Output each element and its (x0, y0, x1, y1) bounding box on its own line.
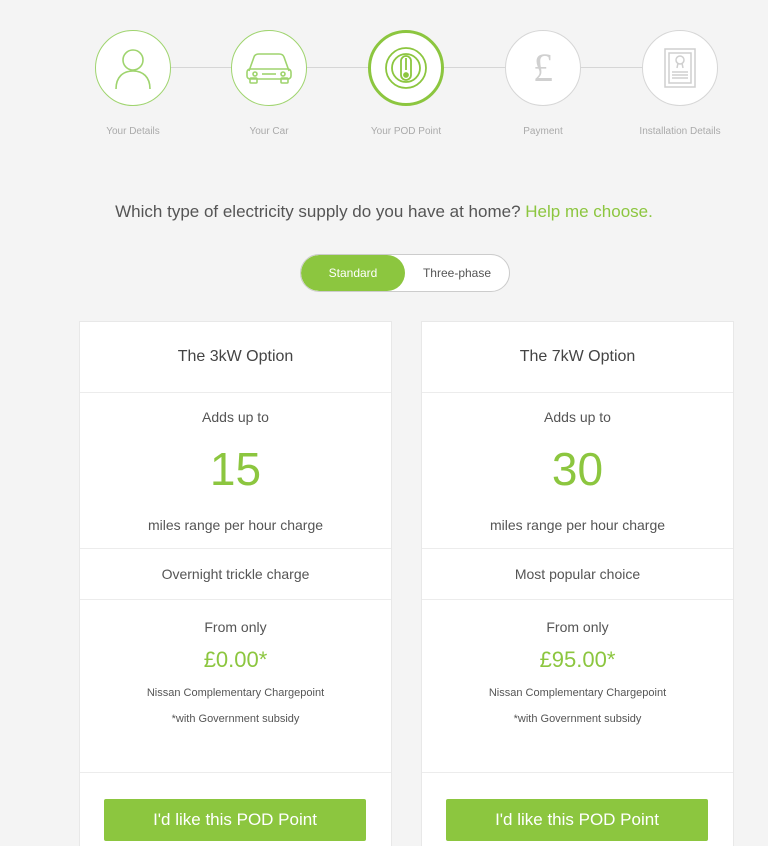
chargepoint-note: Nissan Complementary Chargepoint (488, 687, 667, 699)
supply-type-toggle: Standard Three-phase (300, 254, 510, 292)
card-price-section: From only £0.00* Nissan Complementary Ch… (80, 600, 391, 773)
progress-stepper: Your Details Your Car Your POD Point £ P… (0, 30, 768, 145)
person-icon (115, 49, 151, 90)
step-label: Your POD Point (370, 126, 442, 137)
step-installation-details[interactable]: Installation Details (615, 30, 745, 137)
from-only-label: From only (204, 619, 267, 635)
option-card-7kw: The 7kW Option Adds up to 30 miles range… (421, 321, 734, 846)
select-3kw-button[interactable]: I'd like this POD Point (104, 799, 366, 841)
miles-subtitle: miles range per hour charge (147, 517, 324, 533)
option-card-3kw: The 3kW Option Adds up to 15 miles range… (79, 321, 392, 846)
step-label: Installation Details (639, 126, 721, 137)
card-range: Adds up to 30 miles range per hour charg… (422, 393, 733, 549)
from-only-label: From only (546, 619, 609, 635)
card-tagline: Most popular choice (422, 549, 733, 600)
supply-question: Which type of electricity supply do you … (0, 202, 768, 222)
price-value: £95.00* (539, 647, 616, 672)
step-circle (368, 30, 444, 106)
pound-icon: £ (533, 45, 553, 90)
adds-up-to-label: Adds up to (544, 409, 611, 425)
step-label: Your Car (249, 126, 289, 137)
car-icon (246, 53, 292, 84)
step-label: Your Details (106, 126, 160, 137)
card-tagline: Overnight trickle charge (80, 549, 391, 600)
step-circle: £ (505, 30, 581, 106)
card-range: Adds up to 15 miles range per hour charg… (80, 393, 391, 549)
three-phase-option[interactable]: Three-phase (405, 255, 509, 291)
page: Your Details Your Car Your POD Point £ P… (0, 0, 768, 846)
card-title: The 3kW Option (80, 322, 391, 393)
step-circle (231, 30, 307, 106)
miles-value: 30 (551, 443, 604, 495)
card-title: The 7kW Option (422, 322, 733, 393)
step-payment[interactable]: £ Payment (478, 30, 608, 137)
select-7kw-button[interactable]: I'd like this POD Point (446, 799, 708, 841)
step-your-details[interactable]: Your Details (68, 30, 198, 137)
miles-value: 15 (209, 443, 262, 495)
step-label: Payment (523, 126, 563, 137)
card-price-section: From only £95.00* Nissan Complementary C… (422, 600, 733, 773)
help-me-choose-link[interactable]: Help me choose. (525, 202, 653, 221)
step-circle (642, 30, 718, 106)
step-your-pod-point[interactable]: Your POD Point (341, 30, 471, 137)
subsidy-note: *with Government subsidy (513, 713, 642, 725)
adds-up-to-label: Adds up to (202, 409, 269, 425)
step-your-car[interactable]: Your Car (204, 30, 334, 137)
subsidy-note: *with Government subsidy (171, 713, 300, 725)
question-text: Which type of electricity supply do you … (115, 202, 521, 221)
certificate-icon (664, 48, 696, 88)
charger-icon (385, 47, 427, 89)
price-value: £0.00* (203, 647, 268, 672)
standard-option[interactable]: Standard (301, 255, 405, 291)
step-circle (95, 30, 171, 106)
miles-subtitle: miles range per hour charge (489, 517, 666, 533)
chargepoint-note: Nissan Complementary Chargepoint (146, 687, 325, 699)
